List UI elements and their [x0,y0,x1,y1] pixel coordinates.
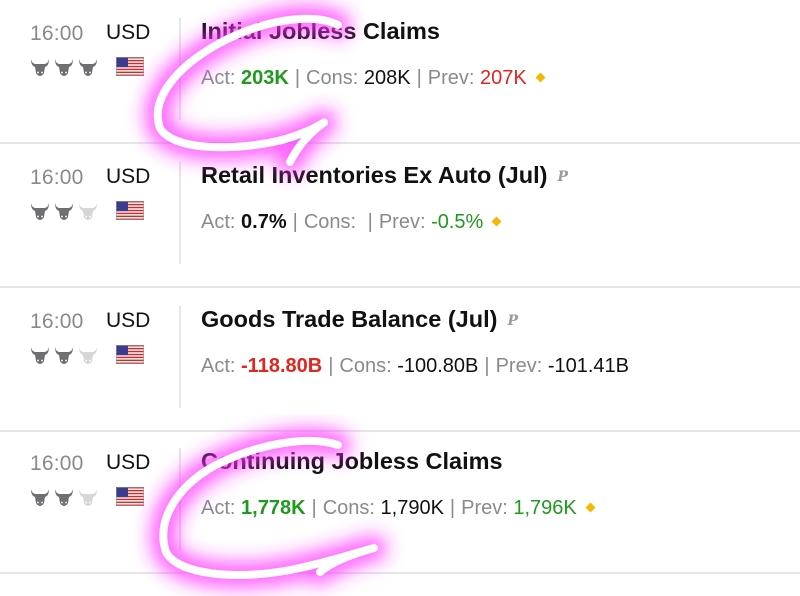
event-currency: USD [106,451,151,474]
consensus-label: Cons: [306,67,359,89]
event-stats: Act: -118.80B | Cons: -100.80B | Prev: -101.… [201,355,629,378]
actual-value: -118.80B [241,355,323,377]
previous-label: Prev: [427,67,475,89]
event-title: Retail Inventories Ex Auto (Jul) P [201,162,568,189]
event-title: Goods Trade Balance (Jul) P [201,306,518,333]
bull-icon [29,344,51,366]
row-divider [179,306,181,408]
row-divider [179,162,181,264]
stat-separator: | [311,497,317,519]
event-currency: USD [106,309,151,332]
importance-rating [29,344,99,366]
actual-label: Act: [201,355,236,377]
row-divider [179,18,181,120]
stat-separator: | [294,67,301,89]
previous-value: -101.41B [547,355,629,377]
importance-rating [29,200,99,222]
event-title: Continuing Jobless Claims [201,448,503,475]
actual-value: 1,778K [241,497,306,519]
bull-icon [77,200,99,222]
stat-separator: | [367,211,373,233]
consensus-value: 1,790K [380,497,444,519]
previous-value: -0.5% [431,211,484,233]
importance-rating [29,486,99,508]
event-time: 16:00 [30,166,84,189]
event-row[interactable]: 16:00 USD Continuing Jobless Claims Act:… [0,430,800,574]
actual-value: 0.7% [241,211,287,233]
event-title-text: Initial Jobless Claims [201,18,441,44]
stat-separator: | [292,211,298,233]
us-flag-icon [116,487,144,506]
actual-label: Act: [201,497,236,519]
preliminary-icon: P [557,169,568,185]
economic-calendar-list: 16:00 USD Initial Jobless Claims Act: 20… [0,0,800,596]
us-flag-icon [116,57,144,76]
revised-diamond-icon [491,216,502,227]
consensus-value: -100.80B [397,355,479,377]
event-currency: USD [106,21,151,44]
event-stats: Act: 0.7% | Cons: | Prev: -0.5% [201,211,502,234]
event-stats: Act: 1,778K | Cons: 1,790K | Prev: 1,796K [201,497,596,520]
actual-label: Act: [201,211,236,233]
event-currency: USD [106,165,151,188]
event-row[interactable]: 16:00 USD Goods Trade Balance (Jul) P Act… [0,288,800,432]
bull-icon [53,344,75,366]
bull-icon [53,486,75,508]
event-stats: Act: 203K | Cons: 208K | Prev: 207K [201,67,546,90]
consensus-label: Cons: [322,497,375,519]
bull-icon [53,200,75,222]
event-title: Initial Jobless Claims [201,18,440,45]
event-time: 16:00 [30,452,84,475]
bull-icon [77,344,99,366]
actual-value: 203K [241,67,289,89]
bull-icon [29,56,51,78]
event-title-text: Goods Trade Balance (Jul) [201,306,498,332]
consensus-label: Cons: [303,211,357,233]
bull-icon [29,200,51,222]
stat-separator: | [416,67,422,89]
previous-value: 1,796K [513,497,577,519]
importance-rating [29,56,99,78]
event-time: 16:00 [30,22,84,45]
revised-diamond-icon [585,502,596,513]
stat-separator: | [449,497,456,519]
event-time: 16:00 [30,310,84,333]
stat-separator: | [484,355,490,377]
previous-label: Prev: [461,497,508,519]
previous-label: Prev: [495,355,543,377]
revised-diamond-icon [535,72,546,83]
stat-separator: | [328,355,334,377]
bull-icon [77,486,99,508]
event-row[interactable]: 16:00 USD Initial Jobless Claims Act: 20… [0,0,800,144]
preliminary-icon: P [507,313,518,329]
us-flag-icon [116,201,144,220]
bull-icon [77,56,99,78]
actual-label: Act: [201,67,236,89]
event-title-text: Retail Inventories Ex Auto (Jul) [201,162,548,188]
row-divider [179,448,181,550]
previous-label: Prev: [378,211,426,233]
previous-value: 207K [480,67,527,89]
bull-icon [29,486,51,508]
event-title-text: Continuing Jobless Claims [201,448,503,474]
consensus-value: 208K [363,67,411,89]
bull-icon [53,56,75,78]
us-flag-icon [116,345,144,364]
consensus-label: Cons: [339,355,392,377]
event-row[interactable]: 16:00 USD Retail Inventories Ex Auto (Ju… [0,144,800,288]
